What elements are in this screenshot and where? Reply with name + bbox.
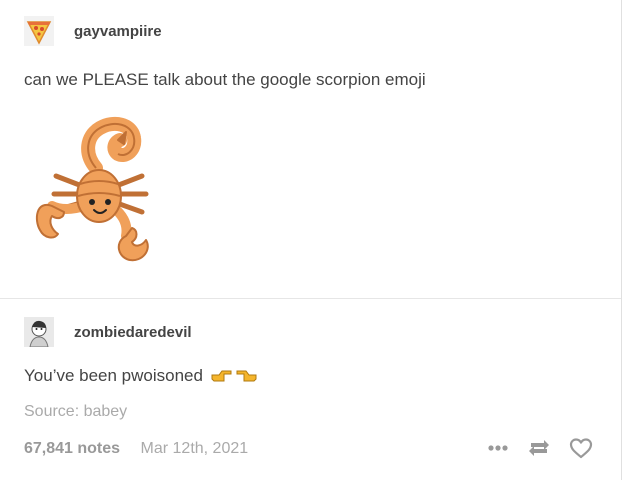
original-post-text: can we PLEASE talk about the google scor…: [24, 70, 426, 89]
original-post-username[interactable]: gayvampiire: [74, 23, 162, 40]
pointing-right-hand-emoji-icon: [211, 370, 232, 382]
tumblr-post: gayvampiire can we PLEASE talk about the…: [0, 0, 622, 480]
user-avatar[interactable]: [24, 317, 54, 347]
original-post-header: gayvampiire: [24, 16, 162, 46]
scorpion-emoji-icon: [35, 116, 149, 262]
post-footer: 67,841 notes Mar 12th, 2021: [24, 440, 248, 458]
reply-username[interactable]: zombiedaredevil: [74, 324, 192, 341]
post-divider: [0, 298, 621, 299]
notes-count[interactable]: 67,841 notes: [24, 440, 120, 457]
reblog-icon[interactable]: [527, 437, 551, 459]
reply-header: zombiedaredevil: [24, 317, 192, 347]
more-icon[interactable]: [487, 444, 509, 452]
reply-text: You’ve been pwoisoned: [24, 366, 203, 385]
post-actions: [469, 437, 593, 459]
pointing-left-hand-emoji-icon: [236, 370, 257, 382]
reply-body: You’ve been pwoisoned: [24, 366, 258, 386]
heart-icon[interactable]: [569, 437, 593, 459]
source-link[interactable]: Source: babey: [24, 403, 127, 421]
post-date[interactable]: Mar 12th, 2021: [141, 440, 249, 457]
pizza-avatar[interactable]: [24, 16, 54, 46]
